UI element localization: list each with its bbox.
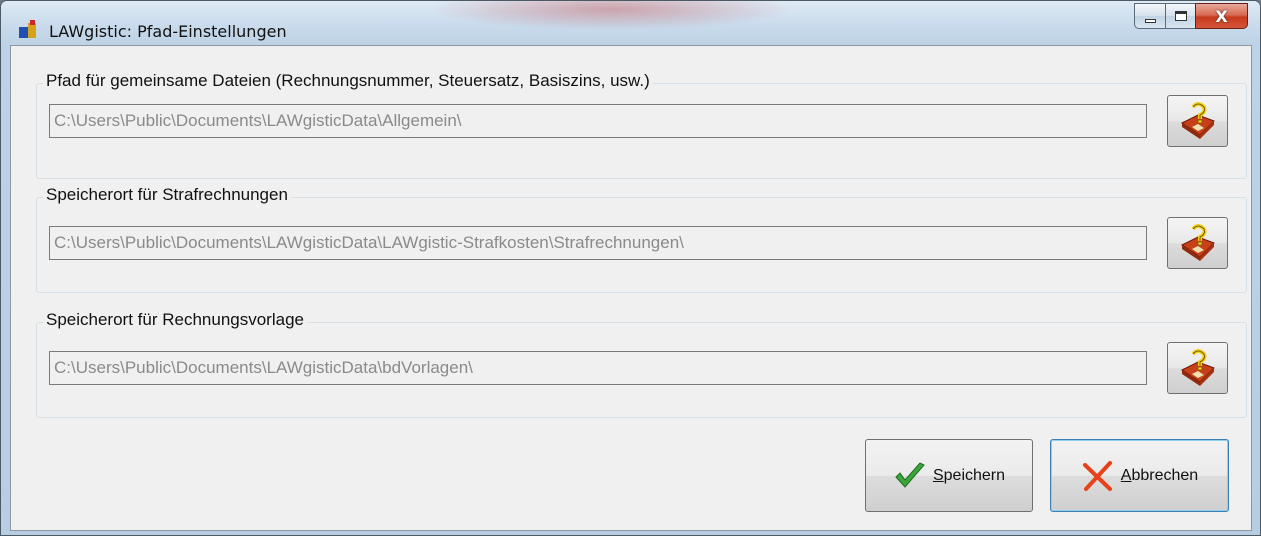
invoice-template-path-field[interactable]: C:\Users\Public\Documents\LAWgisticData\… (49, 351, 1147, 385)
maximize-button[interactable] (1165, 3, 1195, 29)
group-label-shared-files: Pfad für gemeinsame Dateien (Rechnungsnu… (43, 71, 653, 91)
app-icon (19, 20, 36, 38)
shared-files-path-field[interactable]: C:\Users\Public\Documents\LAWgisticData\… (49, 104, 1147, 138)
close-icon: X (1215, 6, 1228, 26)
maximize-icon (1174, 11, 1187, 21)
cancel-button-label: Abbrechen (1120, 466, 1199, 484)
browse-penalty-invoices-button[interactable] (1167, 217, 1228, 269)
group-shared-files-path: Pfad für gemeinsame Dateien (Rechnungsnu… (36, 71, 1247, 179)
window-controls: X (1134, 3, 1248, 29)
minimize-icon (1144, 18, 1156, 23)
save-button[interactable]: Speichern (865, 439, 1033, 512)
group-label-penalty-invoices: Speicherort für Strafrechnungen (43, 185, 291, 205)
group-label-invoice-template: Speicherort für Rechnungsvorlage (43, 310, 307, 330)
browse-shared-files-button[interactable] (1167, 95, 1228, 147)
save-button-label: Speichern (932, 466, 1006, 484)
penalty-invoices-path-field[interactable]: C:\Users\Public\Documents\LAWgisticData\… (49, 226, 1147, 260)
dialog-client-area: Pfad für gemeinsame Dateien (Rechnungsnu… (10, 45, 1252, 531)
cross-icon (1082, 460, 1112, 491)
title-bar[interactable]: LAWgistic: Pfad-Einstellungen X (1, 1, 1260, 45)
checkmark-icon (895, 461, 925, 488)
folder-question-icon (1180, 349, 1215, 386)
dialog-window: LAWgistic: Pfad-Einstellungen X Pfad für… (0, 0, 1261, 536)
minimize-button[interactable] (1134, 3, 1165, 29)
folder-question-icon (1180, 224, 1215, 261)
group-invoice-template-path: Speicherort für Rechnungsvorlage C:\User… (36, 310, 1247, 418)
window-title: LAWgistic: Pfad-Einstellungen (49, 22, 287, 41)
browse-invoice-template-button[interactable] (1167, 342, 1228, 394)
group-penalty-invoices-path: Speicherort für Strafrechnungen C:\Users… (36, 185, 1247, 293)
close-button[interactable]: X (1195, 3, 1248, 29)
folder-question-icon (1180, 102, 1215, 139)
cancel-button[interactable]: Abbrechen (1050, 439, 1229, 512)
